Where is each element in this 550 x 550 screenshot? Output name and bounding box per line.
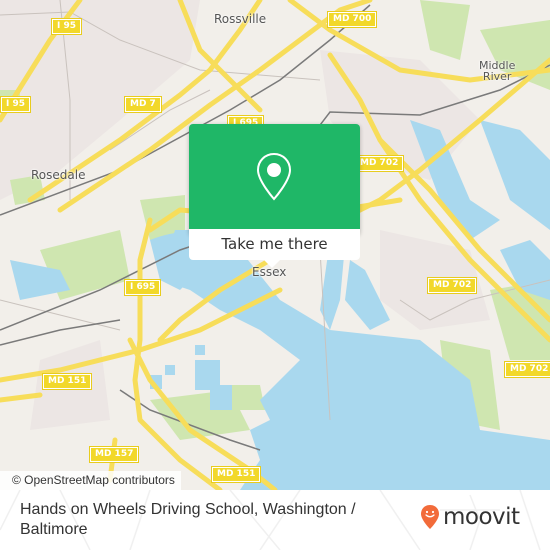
popup-tail [264, 260, 280, 268]
place-title: Hands on Wheels Driving School, Washingt… [20, 501, 356, 538]
road-shield-md702: MD 702 [426, 277, 478, 294]
road-shield-md702: MD 702 [353, 155, 405, 172]
road-shield-md7: MD 7 [124, 96, 162, 113]
moovit-wordmark: moovit [443, 504, 520, 530]
popup-header[interactable] [189, 124, 360, 229]
road-shield-i95: I 95 [50, 18, 83, 35]
map-attribution[interactable]: © OpenStreetMap contributors [0, 471, 181, 490]
place-label-rossville: Rossville [214, 12, 267, 26]
road-shield-i695: I 695 [123, 279, 162, 296]
road-shield-md151: MD 151 [41, 373, 93, 390]
place-label-middle-river: Middle River [479, 59, 516, 83]
road-shield-md702: MD 702 [503, 361, 550, 378]
map-pin-icon [256, 152, 292, 201]
place-label-rosedale: Rosedale [31, 168, 86, 182]
road-shield-md700: MD 700 [326, 11, 378, 28]
road-shield-md157: MD 157 [88, 446, 140, 463]
destination-popup[interactable]: Take me there [189, 124, 360, 268]
moovit-logo[interactable]: moovit [420, 502, 520, 532]
footer: Hands on Wheels Driving School, Washingt… [0, 490, 550, 550]
map[interactable]: Rossville Middle River Rosedale Essex I … [0, 0, 550, 490]
moovit-smiley-pin-icon [421, 505, 439, 529]
take-me-there-label: Take me there [221, 235, 328, 253]
take-me-there-button[interactable]: Take me there [189, 229, 360, 268]
road-shield-md151: MD 151 [210, 466, 262, 483]
road-shield-i95: I 95 [0, 96, 32, 113]
